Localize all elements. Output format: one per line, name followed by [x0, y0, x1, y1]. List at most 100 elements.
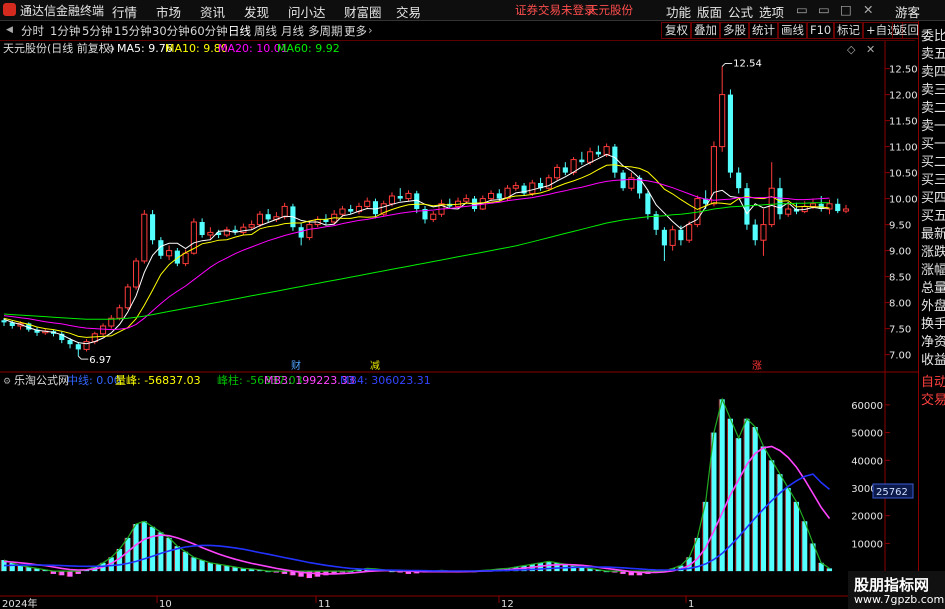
panel-sell4[interactable]: 卖四	[921, 61, 945, 80]
x-label-jan: 1	[688, 599, 694, 609]
menu-banmian[interactable]: 版面	[697, 2, 722, 21]
maximize-icon[interactable]: □	[840, 2, 852, 17]
menu-xuanxiang[interactable]: 选项	[759, 2, 784, 21]
indicator-bar-edge	[768, 460, 770, 572]
kline-chart-area[interactable]: 天元股份(日线 前复权) ⚙ MA5: 9.76 MA10: 9.80 MA20…	[0, 41, 918, 609]
menu-hangqing[interactable]: 行情	[112, 2, 137, 21]
panel-change[interactable]: 涨跌	[921, 241, 945, 260]
btn-duogu[interactable]: 多股	[719, 22, 750, 39]
indicator-bar	[59, 571, 65, 576]
indicator-volume-peak-label: 量峰: -56837.03	[115, 374, 201, 387]
menu-faxian[interactable]: 发现	[244, 2, 269, 21]
main-y-tick-label: 12.50	[889, 65, 918, 76]
panel-sell2[interactable]: 卖二	[921, 97, 945, 116]
candle-body-down	[579, 159, 585, 163]
period-multi[interactable]: 多周期	[308, 23, 343, 39]
chevron-right-icon[interactable]: ›	[368, 23, 373, 37]
period-60min[interactable]: 60分钟	[190, 23, 228, 39]
indicator-bar	[711, 432, 717, 572]
indicator-current-value: 25762	[876, 487, 908, 498]
marker-finance[interactable]: 财	[291, 359, 301, 372]
collapse-icon[interactable]: ◀	[6, 25, 13, 35]
indicator-bar-edge	[50, 571, 51, 574]
candle-body-down	[265, 214, 271, 220]
period-15min[interactable]: 15分钟	[114, 23, 152, 39]
indicator-bar-edge	[289, 571, 291, 576]
panel-turnover[interactable]: 换手	[921, 313, 945, 332]
btn-huaxian[interactable]: 画线	[777, 22, 808, 39]
guest-user[interactable]: 游客	[895, 2, 920, 21]
panel-weibi[interactable]: 委比	[921, 25, 945, 44]
marker-reduce[interactable]: 减	[370, 360, 380, 372]
indicator-bar-edge	[223, 565, 225, 572]
candle-body-down	[835, 203, 841, 212]
panel-buy3[interactable]: 买三	[921, 169, 945, 188]
period-30min[interactable]: 30分钟	[152, 23, 190, 39]
indicator-bar-edge	[33, 568, 35, 572]
panel-change-pct[interactable]: 涨幅	[921, 259, 945, 278]
candle-body-up	[809, 203, 817, 207]
restore-icon[interactable]: ▭	[818, 2, 830, 17]
candle-body-up	[166, 250, 173, 257]
indicator-settings-icon[interactable]: ⚙	[3, 377, 11, 387]
panel-earnings[interactable]: 收益	[921, 349, 945, 368]
panel-volume[interactable]: 总量	[921, 277, 945, 296]
btn-f10[interactable]: F10	[806, 22, 836, 39]
period-1min[interactable]: 1分钟	[50, 23, 80, 39]
period-daily[interactable]: 日线	[228, 23, 251, 39]
indicator-bar	[744, 418, 750, 572]
menu-caifuquan[interactable]: 财富圈	[344, 2, 382, 21]
settings-icon[interactable]: ⚙	[107, 45, 115, 55]
menu-gongshi[interactable]: 公式	[728, 2, 753, 21]
period-monthly[interactable]: 月线	[281, 23, 304, 39]
btn-biaoji[interactable]: 标记	[833, 22, 864, 39]
btn-diejia[interactable]: 叠加	[690, 22, 721, 39]
panel-buy4[interactable]: 买四	[921, 187, 945, 206]
menu-shichang[interactable]: 市场	[156, 2, 181, 21]
close-pane-icon[interactable]: ✕	[866, 43, 875, 56]
period-5min[interactable]: 5分钟	[82, 23, 112, 39]
btn-tongji[interactable]: 统计	[748, 22, 779, 39]
minimize-icon[interactable]: ▭	[796, 2, 808, 17]
menu-bar: 通达信金融终端 行情 市场 资讯 发现 问小达 财富圈 交易 证券交易未登录 天…	[0, 0, 945, 21]
toggle-icon[interactable]: ◇	[847, 43, 856, 56]
panel-latest[interactable]: 最新	[921, 223, 945, 242]
panel-buy1[interactable]: 买一	[921, 133, 945, 152]
menu-gongneng[interactable]: 功能	[666, 2, 691, 21]
candle-body-down	[1, 320, 7, 323]
auto-trade-line1[interactable]: 自动	[921, 371, 945, 390]
panel-sell5[interactable]: 卖五	[921, 43, 945, 62]
indicator-bar	[125, 537, 131, 572]
indicator-bar-edge	[207, 562, 208, 572]
auto-trade-line2[interactable]: 交易	[921, 389, 945, 408]
indicator-bar-edge	[165, 537, 167, 572]
btn-fuquan[interactable]: 复权	[661, 22, 692, 39]
panel-net-assets[interactable]: 净资	[921, 331, 945, 350]
candle-body-down	[348, 209, 354, 212]
indicator-bar-edge	[801, 521, 803, 572]
indicator-bar	[802, 521, 808, 572]
candle-body-up	[388, 195, 396, 205]
panel-buy5[interactable]: 买五	[921, 205, 945, 224]
menu-jiaoyi[interactable]: 交易	[396, 2, 421, 21]
candle-body-up	[719, 94, 726, 148]
period-more[interactable]: 更多	[344, 23, 367, 39]
menu-zixun[interactable]: 资讯	[200, 2, 225, 21]
candle-body-up	[182, 252, 189, 265]
period-fenshi[interactable]: 分时	[21, 23, 44, 39]
indicator-bar-edge	[264, 571, 266, 573]
ind-y-tick-label: 50000	[851, 429, 883, 440]
panel-buy2[interactable]: 买二	[921, 151, 945, 170]
menu-wenxiaoda[interactable]: 问小达	[288, 2, 326, 21]
panel-sell3[interactable]: 卖三	[921, 79, 945, 98]
period-weekly[interactable]: 周线	[254, 23, 277, 39]
candle-body-down	[372, 201, 379, 215]
x-label-oct: 10	[159, 599, 172, 609]
panel-sell1[interactable]: 卖一	[921, 115, 945, 134]
marker-rise[interactable]: 涨	[752, 360, 762, 372]
panel-outer-disk[interactable]: 外盘	[921, 295, 945, 314]
indicator-bar-edge	[215, 564, 217, 572]
indicator-bar	[736, 438, 742, 572]
trade-login-status[interactable]: 证券交易未登录	[515, 2, 596, 18]
close-icon[interactable]: ✕	[863, 2, 873, 17]
